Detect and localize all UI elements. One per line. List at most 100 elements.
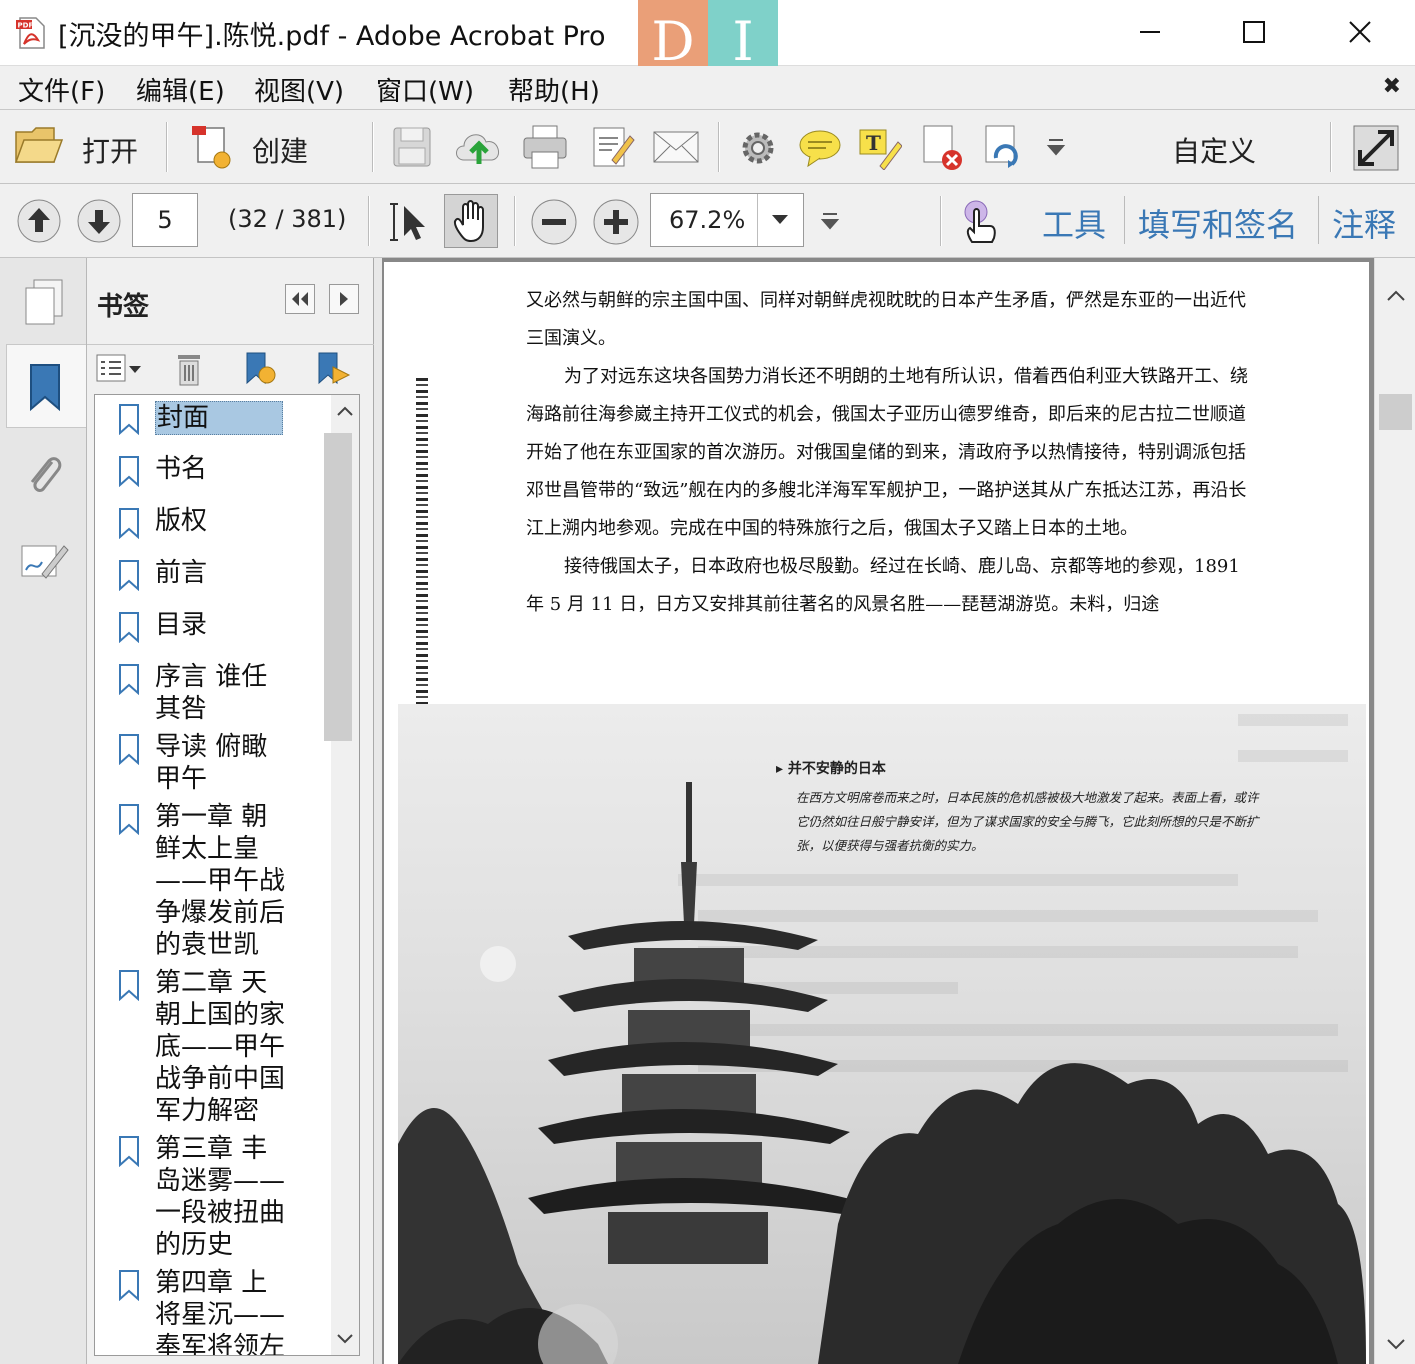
scroll-up-icon[interactable] xyxy=(335,403,355,419)
bookmark-item[interactable]: 第四章 上将星沉——奉军将领左 xyxy=(119,1267,285,1355)
toolbar-overflow-icon[interactable] xyxy=(1046,136,1066,158)
menu-bar: 文件(F) 编辑(E) 视图(V) 窗口(W) 帮助(H) ✖ xyxy=(0,66,1415,110)
touch-mode-icon[interactable] xyxy=(958,198,1000,246)
bookmark-label: 版权 xyxy=(155,506,208,536)
page-count: (32 / 381) xyxy=(228,205,347,233)
bookmark-item[interactable]: 第二章 天朝上国的家底——甲午战争前中国军力解密 xyxy=(119,967,286,1127)
close-button[interactable] xyxy=(1338,10,1382,54)
bookmark-list: 封面 书名 版权 前言 目录 序言 谁任其咎 导读 俯瞰甲午 第一章 朝鲜太上皇… xyxy=(94,394,360,1356)
page-rotate-icon[interactable] xyxy=(982,124,1024,172)
comment-bubble-icon[interactable] xyxy=(798,128,842,168)
delete-page-icon[interactable] xyxy=(920,124,964,172)
scroll-down-icon[interactable] xyxy=(1385,1336,1407,1352)
bookmark-item[interactable]: 导读 俯瞰甲午 xyxy=(119,731,285,795)
bookmark-flag-icon xyxy=(119,1136,139,1167)
bookmark-flag-icon xyxy=(119,804,139,835)
next-page-icon[interactable] xyxy=(76,198,122,244)
signature-icon[interactable] xyxy=(20,538,70,584)
bookmark-item[interactable]: 第一章 朝鲜太上皇——甲午战争爆发前后的袁世凯 xyxy=(119,801,286,961)
maximize-button[interactable] xyxy=(1232,10,1276,54)
bookmark-item[interactable]: 序言 谁任其咎 xyxy=(119,661,285,725)
zoom-out-icon[interactable] xyxy=(530,198,578,246)
trash-icon[interactable] xyxy=(175,351,203,387)
tab-tools[interactable]: 工具 xyxy=(1042,200,1106,246)
tab-comment[interactable]: 注释 xyxy=(1332,200,1396,246)
bookmarks-title: 书签 xyxy=(97,292,150,322)
scroll-up-icon[interactable] xyxy=(1385,288,1407,304)
menu-window[interactable]: 窗口(W) xyxy=(376,71,474,108)
menu-edit[interactable]: 编辑(E) xyxy=(136,71,225,108)
cloud-upload-icon[interactable] xyxy=(452,124,506,168)
bookmark-flag-icon xyxy=(119,560,139,591)
bookmarks-toolbar xyxy=(87,344,374,392)
pagoda-silhouette xyxy=(398,782,1366,1364)
bookmark-item[interactable]: 封面 xyxy=(119,401,325,435)
hand-icon xyxy=(453,200,484,243)
bookmark-item[interactable]: 前言 xyxy=(119,557,325,591)
save-icon[interactable] xyxy=(392,126,432,168)
document-viewport: 又必然与朝鲜的宗主国中国、同样对朝鲜虎视眈眈的日本产生矛盾，俨然是东亚的一出近代… xyxy=(382,258,1374,1364)
bookmark-item[interactable]: 第三章 丰岛迷雾——一段被扭曲的历史 xyxy=(119,1133,285,1261)
zoom-value: 67.2% xyxy=(669,206,746,234)
customize-label: 自定义 xyxy=(1172,135,1257,168)
menu-help[interactable]: 帮助(H) xyxy=(508,71,600,108)
double-chevron-left-icon xyxy=(292,292,308,306)
fullscreen-expand-icon[interactable] xyxy=(1352,124,1400,172)
pdf-page: 又必然与朝鲜的宗主国中国、同样对朝鲜虎视眈眈的日本产生矛盾，俨然是东亚的一出近代… xyxy=(384,262,1369,1364)
bookmark-flag-icon xyxy=(119,664,139,695)
settings-gear-icon[interactable] xyxy=(738,128,778,168)
print-icon[interactable] xyxy=(522,124,568,170)
pagoda-photograph: ▸ 并不安静的日本 在西方文明席卷而来之时，日本民族的危机感被极大地激发了起来。… xyxy=(398,704,1366,1364)
close-document-icon[interactable]: ✖ xyxy=(1383,74,1401,99)
bookmark-label: 第二章 天朝上国的家底——甲午战争前中国军力解密 xyxy=(155,968,286,1126)
pane-splitter[interactable] xyxy=(374,258,382,1364)
toolbar-overflow-icon[interactable] xyxy=(820,210,840,232)
title-bar: PDF [沉没的甲午].陈悦.pdf - Adobe Acrobat Pro D… xyxy=(0,0,1415,84)
highlight-text-icon[interactable]: T xyxy=(858,126,902,170)
minimize-button[interactable] xyxy=(1128,10,1172,54)
pdf-file-icon: PDF xyxy=(16,17,45,49)
select-cursor-icon[interactable] xyxy=(390,200,430,244)
page-text: 又必然与朝鲜的宗主国中国、同样对朝鲜虎视眈眈的日本产生矛盾，俨然是东亚的一出近代… xyxy=(526,282,1256,624)
tab-fill-and-sign[interactable]: 填写和签名 xyxy=(1138,200,1298,246)
bookmark-flag-icon xyxy=(119,1270,139,1301)
edit-document-icon[interactable] xyxy=(590,124,636,170)
email-icon[interactable] xyxy=(652,130,700,164)
bookmark-flag-icon xyxy=(119,456,139,487)
bookmarks-tab[interactable] xyxy=(6,344,86,428)
bookmark-item[interactable]: 书名 xyxy=(119,453,325,487)
document-scrollbar[interactable] xyxy=(1374,258,1415,1364)
create-pdf-icon xyxy=(192,126,231,169)
previous-page-icon[interactable] xyxy=(16,198,62,244)
menu-file[interactable]: 文件(F) xyxy=(18,71,105,108)
panel-options-button[interactable] xyxy=(329,284,359,314)
paragraph: 又必然与朝鲜的宗主国中国、同样对朝鲜虎视眈眈的日本产生矛盾，俨然是东亚的一出近代… xyxy=(526,290,1246,349)
bookmark-label: 第一章 朝鲜太上皇——甲午战争爆发前后的袁世凯 xyxy=(155,802,286,960)
document-scroll-thumb[interactable] xyxy=(1379,394,1412,430)
zoom-in-icon[interactable] xyxy=(592,198,640,246)
zoom-select[interactable]: 67.2% xyxy=(650,193,804,247)
window-title: [沉没的甲午].陈悦.pdf - Adobe Acrobat Pro xyxy=(58,21,606,52)
bookmark-item[interactable]: 目录 xyxy=(119,609,325,643)
bookmark-item[interactable]: 版权 xyxy=(119,505,325,539)
bookmark-label: 封面 xyxy=(155,401,283,435)
page-number-input[interactable]: 5 xyxy=(132,193,198,247)
collapse-panel-button[interactable] xyxy=(285,284,315,314)
menu-view[interactable]: 视图(V) xyxy=(254,71,344,108)
navigation-pane-strip xyxy=(0,258,87,1364)
zoom-dropdown-button[interactable] xyxy=(757,194,803,246)
bookmark-label: 前言 xyxy=(155,558,208,588)
scan-edge-artifact xyxy=(416,378,428,708)
attachment-paperclip-icon[interactable] xyxy=(22,448,66,500)
folder-open-icon xyxy=(14,127,64,163)
options-menu-icon[interactable] xyxy=(95,353,145,385)
scroll-down-icon[interactable] xyxy=(335,1331,355,1347)
page-thumbnails-icon[interactable] xyxy=(22,278,66,326)
hand-tool-button[interactable] xyxy=(444,194,498,248)
bookmark-flag-icon xyxy=(119,970,139,1001)
expand-bookmark-icon[interactable] xyxy=(315,349,351,387)
bookmark-scroll-thumb[interactable] xyxy=(324,433,352,741)
bookmark-flag-icon xyxy=(119,508,139,539)
new-bookmark-icon[interactable] xyxy=(243,349,277,387)
paragraph: 为了对远东这块各国势力消长还不明朗的土地有所认识，借着西伯利亚大铁路开工、绕海路… xyxy=(526,366,1248,539)
